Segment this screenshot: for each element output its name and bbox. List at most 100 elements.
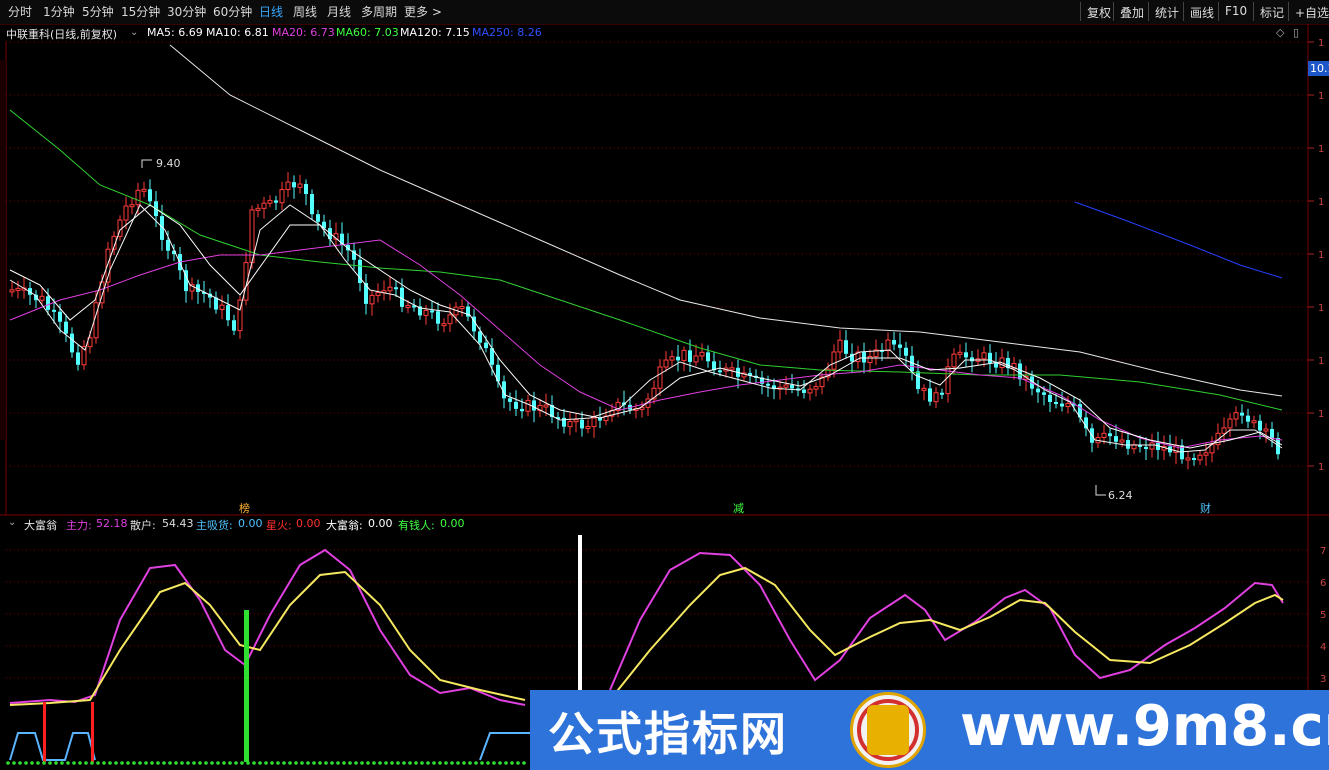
event-marker-finance[interactable]: 财 <box>1200 500 1211 516</box>
tycoon-bar <box>578 535 582 695</box>
absorb-pulse-right <box>479 732 530 761</box>
price-tick-label: 1 <box>1318 38 1324 49</box>
baseline-dot <box>186 761 190 765</box>
candle-body <box>1114 436 1118 442</box>
candle-body <box>478 331 482 343</box>
baseline-dot <box>6 761 10 765</box>
candle-body <box>316 214 320 222</box>
baseline-dot <box>138 761 142 765</box>
baseline-dot <box>24 761 28 765</box>
candle-body <box>988 352 992 364</box>
baseline-dot <box>210 761 214 765</box>
baseline-dot <box>150 761 154 765</box>
candle-body <box>436 311 440 324</box>
candle-body <box>567 420 573 428</box>
baseline-dot <box>192 761 196 765</box>
candle-body <box>1227 418 1233 429</box>
candle-body <box>669 356 675 361</box>
candle-body <box>1263 428 1269 432</box>
high-marker <box>141 159 152 168</box>
candle-body <box>885 339 891 352</box>
baseline-dot <box>102 761 106 765</box>
baseline-dot <box>348 761 352 765</box>
baseline-dot <box>114 761 118 765</box>
baseline-dot <box>336 761 340 765</box>
left-axis-band <box>0 60 6 440</box>
candle-body <box>862 352 866 363</box>
candle-body <box>813 386 819 390</box>
ma20-line <box>9 239 1283 449</box>
retail-line-right <box>609 566 1284 701</box>
event-marker-reduce[interactable]: 减 <box>733 500 744 516</box>
candle-body <box>459 306 465 310</box>
baseline-dot <box>276 761 280 765</box>
candle-body <box>706 352 710 362</box>
price-tick-label: 1 <box>1318 303 1324 314</box>
baseline-dot <box>360 761 364 765</box>
baseline-dot <box>510 761 514 765</box>
candle-body <box>1240 412 1244 416</box>
candle-body <box>994 363 998 368</box>
candle-body <box>981 352 987 360</box>
baseline-dot <box>216 761 220 765</box>
candle-body <box>484 342 488 349</box>
price-tick-label: 1 <box>1318 409 1324 420</box>
baseline-dot <box>372 761 376 765</box>
baseline-dot <box>396 761 400 765</box>
candle-body <box>591 417 597 428</box>
candle-body <box>255 207 261 211</box>
baseline-dot <box>108 761 112 765</box>
candle-body <box>52 309 56 312</box>
spark-bar <box>91 702 94 762</box>
baseline-dot <box>168 761 172 765</box>
price-tick-label: 1 <box>1318 197 1324 208</box>
indicator-tick-label: 5 <box>1320 610 1326 621</box>
baseline-dot <box>246 761 250 765</box>
candle-body <box>214 297 218 310</box>
baseline-dot <box>294 761 298 765</box>
baseline-dot <box>72 761 76 765</box>
candle-body <box>46 296 50 310</box>
baseline-dot <box>12 761 16 765</box>
low-price-label: 6.24 <box>1108 489 1133 502</box>
baseline-dot <box>420 761 424 765</box>
candle-body <box>64 321 68 334</box>
kline-chart[interactable]: 1 1 1 1 1 1 1 1 1 7 6 5 4 3 <box>0 0 1329 770</box>
candle-body <box>766 383 770 386</box>
candle-body <box>369 294 375 305</box>
baseline-dot <box>270 761 274 765</box>
candle-body <box>129 204 135 208</box>
candle-body <box>226 305 230 321</box>
baseline-dot <box>198 761 202 765</box>
candle-body <box>1060 403 1064 407</box>
baseline-dot <box>390 761 394 765</box>
baseline-dot <box>432 761 436 765</box>
baseline-dot <box>306 761 310 765</box>
baseline-dot <box>300 761 304 765</box>
moving-average-lines <box>9 44 1283 453</box>
baseline-dot <box>462 761 466 765</box>
baseline-dot <box>516 761 520 765</box>
candle-body <box>1203 452 1209 456</box>
candle-body <box>141 188 147 192</box>
baseline-dot <box>324 761 328 765</box>
candle-body <box>928 388 932 402</box>
candle-body <box>58 311 62 322</box>
candle-body <box>718 370 722 373</box>
candle-body <box>430 310 434 313</box>
baseline-dot <box>264 761 268 765</box>
candle-body <box>790 384 794 389</box>
absorb-pulse-left <box>9 732 96 761</box>
candle-body <box>39 295 45 301</box>
candle-body <box>957 351 963 355</box>
candle-body <box>394 287 398 290</box>
baseline-dot <box>354 761 358 765</box>
baseline-dot <box>144 761 148 765</box>
price-tick-label: 1 <box>1318 91 1324 102</box>
candle-body <box>310 194 314 215</box>
spark-bar <box>43 702 46 762</box>
candle-body <box>1108 433 1112 437</box>
baseline-dot <box>282 761 286 765</box>
candle-body <box>580 419 584 429</box>
event-marker-list[interactable]: 榜 <box>239 500 250 516</box>
